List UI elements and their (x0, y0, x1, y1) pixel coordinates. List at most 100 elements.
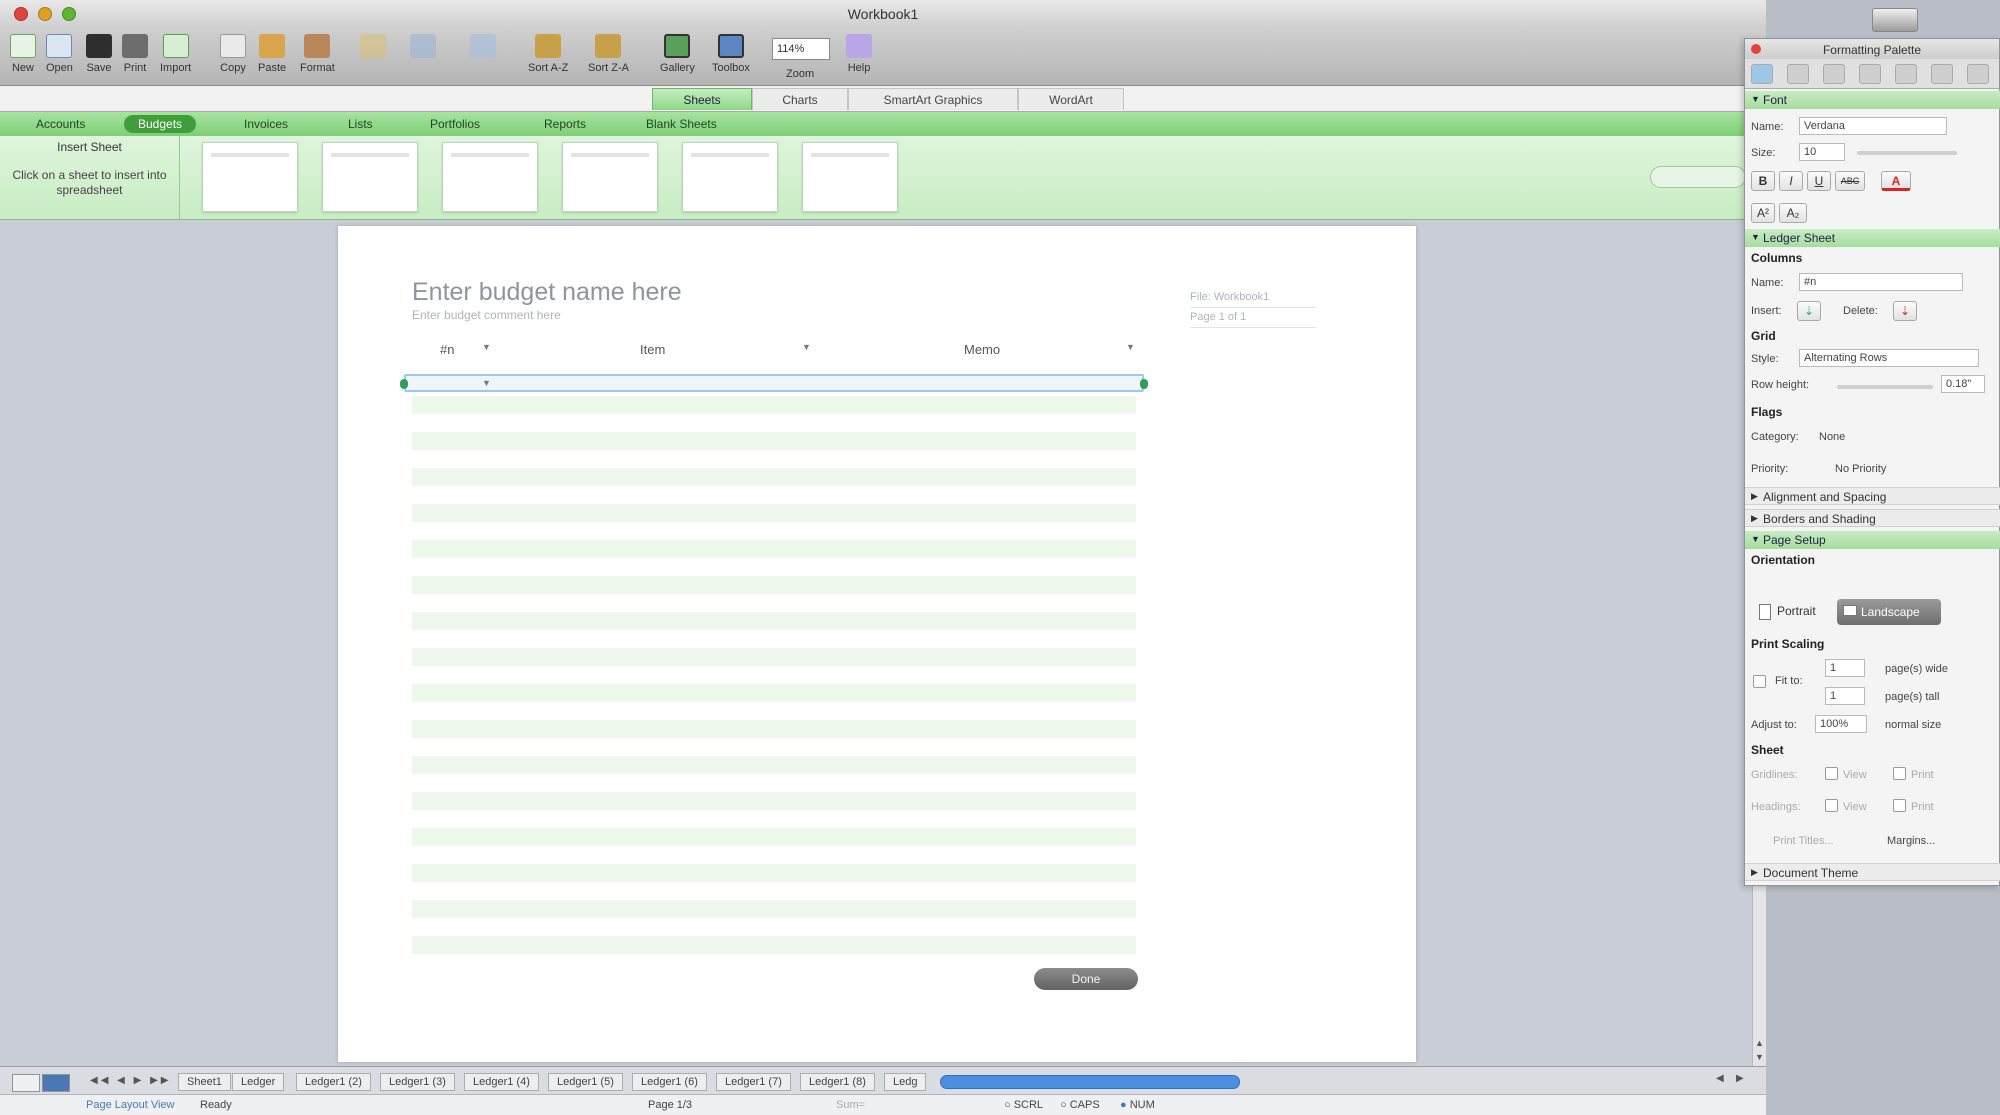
tab-sheets[interactable]: Sheets (652, 88, 752, 110)
table-row[interactable] (412, 684, 1136, 702)
budget-template-thumbnail[interactable] (322, 142, 418, 212)
margins-button[interactable]: Margins... (1887, 835, 1935, 847)
gallery-tab-blank-sheets[interactable]: Blank Sheets (632, 115, 731, 133)
scroll-right-icon[interactable]: ▶ (1736, 1073, 1744, 1084)
row-handle-right[interactable] (1140, 379, 1148, 389)
import-button[interactable]: Import (160, 34, 191, 74)
chevron-down-icon[interactable]: ▼ (802, 342, 811, 352)
borders-section-header[interactable]: ▶ Borders and Shading (1745, 509, 2000, 527)
category-select[interactable]: None (1819, 431, 1845, 443)
sheet-tab[interactable]: Ledger1 (5) (548, 1073, 623, 1091)
table-row[interactable] (412, 576, 1136, 594)
paste-button[interactable]: Paste (258, 34, 286, 74)
fit-to-checkbox[interactable] (1753, 675, 1766, 688)
compatibility-icon[interactable] (1931, 64, 1953, 84)
delete-column-icon[interactable]: ⇣ (1893, 301, 1917, 321)
table-row[interactable] (412, 756, 1136, 774)
table-row[interactable] (412, 540, 1136, 558)
gallery-tab-reports[interactable]: Reports (530, 115, 600, 133)
table-row[interactable] (412, 792, 1136, 810)
budget-name-field[interactable]: Enter budget name here (412, 278, 682, 307)
gallery-size-slider[interactable] (1650, 166, 1746, 188)
table-row[interactable] (412, 396, 1136, 414)
project-palette-icon[interactable] (1967, 64, 1989, 84)
sheet-tab[interactable]: Ledger1 (4) (464, 1073, 539, 1091)
font-size-field[interactable]: 10 (1799, 143, 1845, 161)
column-name-field[interactable]: #n (1799, 273, 1963, 291)
subscript-button[interactable]: A₂ (1779, 203, 1807, 223)
table-row[interactable] (412, 504, 1136, 522)
table-row[interactable] (412, 558, 1136, 576)
table-row[interactable] (412, 738, 1136, 756)
sheet-tab[interactable]: Ledger1 (2) (296, 1073, 371, 1091)
gallery-button[interactable]: Gallery (660, 34, 695, 74)
page-setup-section-header[interactable]: ▼ Page Setup (1745, 531, 2000, 549)
table-row[interactable] (412, 522, 1136, 540)
page-layout-view-button[interactable] (42, 1074, 70, 1092)
gridlines-print-checkbox[interactable] (1893, 767, 1906, 780)
scroll-down-icon[interactable]: ▼ (1755, 1052, 1764, 1062)
scroll-up-icon[interactable]: ▲ (1755, 1038, 1764, 1048)
pages-tall-field[interactable]: 1 (1825, 687, 1865, 705)
grid-style-select[interactable]: Alternating Rows (1799, 349, 1979, 367)
normal-view-button[interactable] (12, 1074, 40, 1092)
font-color-button[interactable]: A (1881, 171, 1911, 191)
sheet-tab[interactable]: Ledger1 (3) (380, 1073, 455, 1091)
pages-wide-field[interactable]: 1 (1825, 659, 1865, 677)
toolbox-button[interactable]: Toolbox (712, 34, 750, 74)
budget-template-thumbnail[interactable] (682, 142, 778, 212)
sheet-tab[interactable]: Ledger1 (7) (716, 1073, 791, 1091)
budget-comment-field[interactable]: Enter budget comment here (412, 308, 561, 322)
gallery-tab-budgets[interactable]: Budgets (124, 115, 197, 133)
budget-template-thumbnail[interactable] (202, 142, 298, 212)
italic-button[interactable]: I (1779, 171, 1803, 191)
table-row[interactable] (412, 720, 1136, 738)
table-row[interactable] (412, 450, 1136, 468)
scroll-left-icon[interactable]: ◀ (1716, 1073, 1724, 1084)
sheet-tab[interactable]: Sheet1 (178, 1073, 231, 1091)
chevron-down-icon[interactable]: ▼ (482, 378, 491, 388)
table-row[interactable] (412, 702, 1136, 720)
table-row[interactable] (412, 828, 1136, 846)
chevron-down-icon[interactable]: ▼ (1126, 342, 1135, 352)
bold-button[interactable]: B (1751, 171, 1775, 191)
ledger-sheet-section-header[interactable]: ▼ Ledger Sheet (1745, 229, 2000, 247)
chevron-down-icon[interactable]: ▼ (482, 342, 491, 352)
done-button[interactable]: Done (1034, 968, 1138, 990)
new-button[interactable]: New (10, 34, 36, 74)
font-size-slider[interactable] (1857, 151, 1957, 155)
headings-view-checkbox[interactable] (1825, 799, 1838, 812)
row-handle-left[interactable] (400, 379, 408, 389)
sheet-tab[interactable]: Ledg (884, 1073, 927, 1091)
budget-template-thumbnail[interactable] (802, 142, 898, 212)
sheet-tab[interactable]: Ledger1 (8) (800, 1073, 875, 1091)
gallery-tab-accounts[interactable]: Accounts (22, 115, 99, 133)
row-height-field[interactable]: 0.18" (1941, 375, 1985, 393)
table-row[interactable] (412, 936, 1136, 954)
font-section-header[interactable]: ▼ Font (1745, 91, 2000, 109)
object-palette-icon[interactable] (1787, 64, 1809, 84)
column-header-memo[interactable]: Memo (964, 342, 1000, 357)
column-header-item[interactable]: Item (640, 342, 665, 357)
sheet-navigation-arrows[interactable]: ◀◀ ◀ ▶ ▶▶ (90, 1075, 171, 1086)
selected-ledger-row[interactable]: ▼ (400, 374, 1148, 392)
horizontal-scrollbar[interactable] (940, 1075, 1240, 1089)
table-row[interactable] (412, 918, 1136, 936)
alignment-section-header[interactable]: ▶ Alignment and Spacing (1745, 487, 2000, 505)
underline-button[interactable]: U (1807, 171, 1831, 191)
autosum-button[interactable] (470, 34, 496, 62)
budget-template-thumbnail[interactable] (442, 142, 538, 212)
table-row[interactable] (412, 432, 1136, 450)
tab-charts[interactable]: Charts (752, 88, 848, 110)
save-button[interactable]: Save (86, 34, 112, 74)
sheet-tab[interactable]: Ledger (232, 1073, 285, 1091)
redo-button[interactable] (410, 34, 436, 62)
table-row[interactable] (412, 864, 1136, 882)
table-row[interactable] (412, 414, 1136, 432)
formatting-palette-icon[interactable] (1751, 64, 1773, 84)
adjust-to-field[interactable]: 100% (1815, 715, 1867, 733)
row-height-slider[interactable] (1837, 385, 1933, 389)
table-row[interactable] (412, 468, 1136, 486)
tab-smartart-graphics[interactable]: SmartArt Graphics (848, 88, 1018, 110)
open-button[interactable]: Open (46, 34, 73, 74)
